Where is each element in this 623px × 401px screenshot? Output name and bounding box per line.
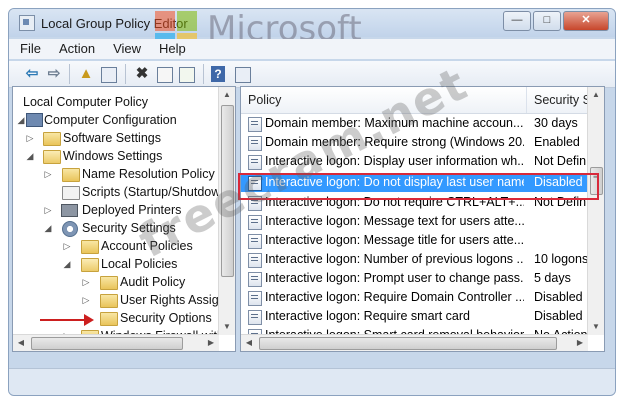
folder-icon [100,276,118,290]
scroll-left-icon[interactable]: ◀ [241,335,257,351]
tree-label: User Rights Assigr [120,293,219,307]
collapse-icon[interactable]: ◢ [17,115,25,125]
properties-icon[interactable] [157,67,173,83]
tree-label: Audit Policy [120,275,186,289]
folder-icon [100,312,118,326]
policy-row[interactable]: Interactive logon: Require smart card Di… [241,307,588,326]
folder-icon [43,132,61,146]
toolbar-divider [203,64,204,84]
column-header-security-setting[interactable]: Security S [527,87,589,113]
printer-icon [61,204,78,217]
close-button[interactable]: ✕ [563,11,609,31]
policy-row[interactable]: Interactive logon: Prompt user to change… [241,269,588,288]
status-bar [9,368,615,395]
policy-icon [248,291,262,306]
policy-setting: Enabled [534,135,580,149]
policy-row[interactable]: Interactive logon: Message text for user… [241,212,588,231]
scripts-icon [62,186,80,200]
delete-icon[interactable]: ✖ [133,65,151,83]
toolbar-divider [69,64,70,84]
expand-icon[interactable]: ▷ [82,295,90,305]
scroll-right-icon[interactable]: ▶ [203,335,219,351]
menu-file[interactable]: File [9,39,48,56]
collapse-icon[interactable]: ◢ [26,151,34,161]
tree-label: Local Computer Policy [23,95,149,109]
collapse-icon[interactable]: ◢ [44,223,52,233]
policy-icon [248,310,262,325]
folder-open-icon [43,150,61,164]
folder-icon [100,294,118,308]
menu-bar: File Action View Help [9,39,615,59]
policy-icon [248,234,262,249]
policy-icon [248,253,262,268]
scroll-down-icon[interactable]: ▼ [588,319,604,335]
policy-name: Interactive logon: Number of previous lo… [265,252,524,266]
maximize-button[interactable]: □ [533,11,561,31]
scroll-right-icon[interactable]: ▶ [572,335,588,351]
policy-icon [248,272,262,287]
title-bar[interactable]: Local Group Policy Editor Microsoft — □ … [9,9,615,53]
scroll-up-icon[interactable]: ▲ [219,87,235,103]
expand-icon[interactable]: ▷ [63,241,71,251]
policy-icon [248,117,262,132]
list-horizontal-scrollbar[interactable]: ◀ ▶ [241,334,588,351]
policy-setting: Disabled [534,309,583,323]
scroll-up-icon[interactable]: ▲ [588,87,604,103]
annotation-arrow-icon [40,314,94,326]
list-hscroll-thumb[interactable] [259,337,557,350]
policy-row[interactable]: Interactive logon: Require Domain Contro… [241,288,588,307]
tree-label: Software Settings [63,131,161,145]
policy-row[interactable]: Interactive logon: Number of previous lo… [241,250,588,269]
folder-open-icon [81,258,99,272]
tree-label: Computer Configuration [44,113,177,127]
expand-icon[interactable]: ▷ [26,133,34,143]
policy-setting: Not Defin [534,154,587,168]
list-vertical-scrollbar[interactable]: ▲ ≡ ▼ [587,87,604,335]
policy-setting: 30 days [534,116,578,130]
computer-icon [26,113,43,127]
policy-setting: 10 logons [534,252,588,266]
policy-name: Interactive logon: Require smart card [265,309,470,323]
policy-row[interactable]: Interactive logon: Message title for use… [241,231,588,250]
policy-icon [248,136,262,151]
toolbar: ⇦ ⇨ ▲ ✖ ? [9,61,615,88]
tree-label: Security Options [120,311,212,325]
policy-name: Interactive logon: Prompt user to change… [265,271,524,285]
menu-action[interactable]: Action [48,39,102,56]
export-icon[interactable] [179,67,195,83]
scroll-left-icon[interactable]: ◀ [13,335,29,351]
expand-icon[interactable]: ▷ [82,277,90,287]
policy-setting: 5 days [534,271,571,285]
back-icon[interactable]: ⇦ [23,65,41,83]
up-icon[interactable]: ▲ [77,65,95,83]
tree-label: Windows Settings [63,149,163,163]
show-hide-tree-icon[interactable] [101,67,117,83]
console-icon[interactable] [235,67,251,83]
policy-name: Interactive logon: Message title for use… [265,233,524,247]
expand-icon[interactable]: ▷ [44,169,52,179]
security-settings-icon [62,221,78,237]
policy-name: Interactive logon: Message text for user… [265,214,524,228]
menu-help[interactable]: Help [148,39,193,56]
folder-icon [62,168,80,182]
policy-name: Interactive logon: Require Domain Contro… [265,290,524,304]
forward-icon[interactable]: ⇨ [45,65,63,83]
tree-hscroll-thumb[interactable] [31,337,183,350]
menu-view[interactable]: View [102,39,148,56]
toolbar-divider [125,64,126,84]
expand-icon[interactable]: ▷ [44,205,52,215]
policy-setting: Disabled [534,290,583,304]
tree-label: Name Resolution Policy [82,167,215,181]
gpedit-app-icon [19,15,35,31]
folder-icon [81,240,99,254]
help-icon[interactable]: ? [211,66,225,82]
minimize-button[interactable]: — [503,11,531,31]
collapse-icon[interactable]: ◢ [63,259,71,269]
tree-horizontal-scrollbar[interactable]: ◀ ▶ [13,334,219,351]
window-controls: — □ ✕ [503,11,609,31]
scroll-down-icon[interactable]: ▼ [219,319,235,335]
